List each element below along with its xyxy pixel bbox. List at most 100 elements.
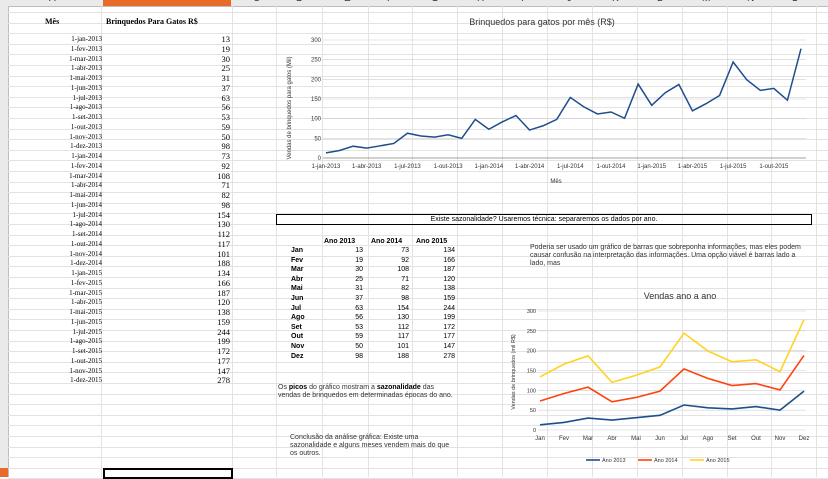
value-cell[interactable]: 138 <box>104 307 230 317</box>
year-table-month[interactable]: Out <box>291 333 321 340</box>
column-J-label[interactable]: J <box>567 0 572 4</box>
year-table-value[interactable]: 98 <box>323 353 363 360</box>
year-table-value[interactable]: 82 <box>369 285 409 292</box>
year-over-year-chart[interactable]: Vendas ano a ano Vendas de brinquedos (m… <box>504 284 816 470</box>
year-table-value[interactable]: 108 <box>369 266 409 273</box>
date-cell[interactable]: 1-nov-2013 <box>30 133 102 141</box>
year-table-value[interactable]: 177 <box>415 333 455 340</box>
date-cell[interactable]: 1-dez-2015 <box>30 376 102 384</box>
date-cell[interactable]: 1-jun-2014 <box>30 201 102 209</box>
date-cell[interactable]: 1-mar-2013 <box>30 55 102 63</box>
date-cell[interactable]: 1-dez-2014 <box>30 259 102 267</box>
date-cell[interactable]: 1-ago-2015 <box>30 337 102 345</box>
value-cell[interactable]: 166 <box>104 278 230 288</box>
year-table-value[interactable]: 92 <box>369 257 409 264</box>
date-cell[interactable]: 1-jun-2015 <box>30 318 102 326</box>
value-cell[interactable]: 117 <box>104 239 230 249</box>
year-table-value[interactable]: 117 <box>369 333 409 340</box>
value-cell[interactable]: 19 <box>104 44 231 54</box>
column-D-label[interactable]: D <box>296 0 303 4</box>
year-table-month[interactable]: Jan <box>291 247 321 254</box>
value-cell[interactable]: 154 <box>104 210 230 220</box>
date-cell[interactable]: 1-set-2013 <box>30 113 102 121</box>
date-cell[interactable]: 1-jun-2013 <box>30 84 102 92</box>
date-cell[interactable]: 1-fev-2015 <box>30 279 102 287</box>
header-month[interactable]: Mês <box>45 17 59 26</box>
year-table-month[interactable]: Jul <box>291 305 321 312</box>
year-table-month[interactable]: Ago <box>291 314 321 321</box>
value-cell[interactable]: 31 <box>104 73 231 83</box>
year-table-value[interactable]: 187 <box>415 266 455 273</box>
column-C-label[interactable]: C <box>253 0 260 4</box>
value-cell[interactable]: 71 <box>104 180 231 190</box>
value-cell[interactable]: 187 <box>104 288 230 298</box>
value-cell[interactable]: 37 <box>104 83 231 93</box>
year-table-header-2013[interactable]: Ano 2013 <box>324 238 355 245</box>
header-value[interactable]: Brinquedos Para Gatos R$ <box>106 17 198 26</box>
date-cell[interactable]: 1-out-2013 <box>30 123 102 131</box>
value-cell[interactable]: 98 <box>104 200 231 210</box>
value-cell[interactable]: 50 <box>104 132 231 142</box>
active-cell-cursor[interactable] <box>103 468 233 479</box>
date-cell[interactable]: 1-ago-2013 <box>30 103 102 111</box>
value-cell[interactable]: 108 <box>104 171 230 181</box>
date-cell[interactable]: 1-out-2014 <box>30 240 102 248</box>
year-table-month[interactable]: Mar <box>291 266 321 273</box>
value-cell[interactable]: 101 <box>104 249 230 259</box>
year-table-month[interactable]: Jun <box>291 295 321 302</box>
year-table-value[interactable]: 56 <box>323 314 363 321</box>
date-cell[interactable]: 1-fev-2014 <box>30 162 102 170</box>
date-cell[interactable]: 1-jan-2013 <box>30 35 102 43</box>
year-table-value[interactable]: 130 <box>369 314 409 321</box>
year-table-value[interactable]: 134 <box>415 247 455 254</box>
column-H-label[interactable]: H <box>477 0 484 4</box>
value-cell[interactable]: 92 <box>104 161 231 171</box>
year-table-value[interactable]: 278 <box>415 353 455 360</box>
year-table-value[interactable]: 53 <box>323 324 363 331</box>
column-K-label[interactable]: K <box>612 0 619 4</box>
date-cell[interactable]: 1-mar-2015 <box>30 289 102 297</box>
date-cell[interactable]: 1-jan-2015 <box>30 269 102 277</box>
date-cell[interactable]: 1-set-2015 <box>30 347 102 355</box>
year-table-month[interactable]: Nov <box>291 343 321 350</box>
year-table-value[interactable]: 30 <box>323 266 363 273</box>
date-cell[interactable]: 1-mai-2013 <box>30 74 102 82</box>
value-cell[interactable]: 159 <box>104 317 230 327</box>
year-table-month[interactable]: Dez <box>291 353 321 360</box>
year-table-value[interactable]: 120 <box>415 276 455 283</box>
column-N-label[interactable]: N <box>747 0 754 4</box>
date-cell[interactable]: 1-abr-2013 <box>30 64 102 72</box>
seasonality-banner[interactable]: Existe sazonalidade? Usaremos técnica: s… <box>276 214 812 225</box>
year-table-value[interactable]: 19 <box>323 257 363 264</box>
year-table-value[interactable]: 98 <box>369 295 409 302</box>
value-cell[interactable]: 130 <box>104 219 230 229</box>
year-table-month[interactable]: Fev <box>291 257 321 264</box>
conclusion-note[interactable]: Conclusão da análise gráfica: Existe uma… <box>290 434 455 458</box>
value-cell[interactable]: 147 <box>104 366 230 376</box>
value-cell[interactable]: 177 <box>104 356 230 366</box>
column-I-label[interactable]: I <box>521 0 524 4</box>
column-A-label[interactable]: A <box>49 0 56 4</box>
value-cell[interactable]: 120 <box>104 297 230 307</box>
year-table-value[interactable]: 25 <box>323 276 363 283</box>
value-cell[interactable]: 278 <box>104 375 230 385</box>
monthly-line-chart[interactable]: Brinquedos para gatos por mês (R$) Venda… <box>276 8 808 190</box>
value-cell[interactable]: 73 <box>104 151 231 161</box>
value-cell[interactable]: 53 <box>104 112 231 122</box>
year-table-value[interactable]: 172 <box>415 324 455 331</box>
date-cell[interactable]: 1-jul-2014 <box>30 211 102 219</box>
column-E-label[interactable]: E <box>344 0 351 4</box>
date-cell[interactable]: 1-mai-2015 <box>30 308 102 316</box>
year-table-month[interactable]: Set <box>291 324 321 331</box>
value-cell[interactable]: 63 <box>104 93 231 103</box>
date-cell[interactable]: 1-abr-2015 <box>30 298 102 306</box>
year-table-value[interactable]: 63 <box>323 305 363 312</box>
value-cell[interactable]: 112 <box>104 229 230 239</box>
year-table-value[interactable]: 147 <box>415 343 455 350</box>
year-table-value[interactable]: 37 <box>323 295 363 302</box>
date-cell[interactable]: 1-jan-2014 <box>30 152 102 160</box>
year-table-value[interactable]: 71 <box>369 276 409 283</box>
year-table-value[interactable]: 138 <box>415 285 455 292</box>
value-cell[interactable]: 25 <box>104 63 231 73</box>
value-cell[interactable]: 59 <box>104 122 231 132</box>
